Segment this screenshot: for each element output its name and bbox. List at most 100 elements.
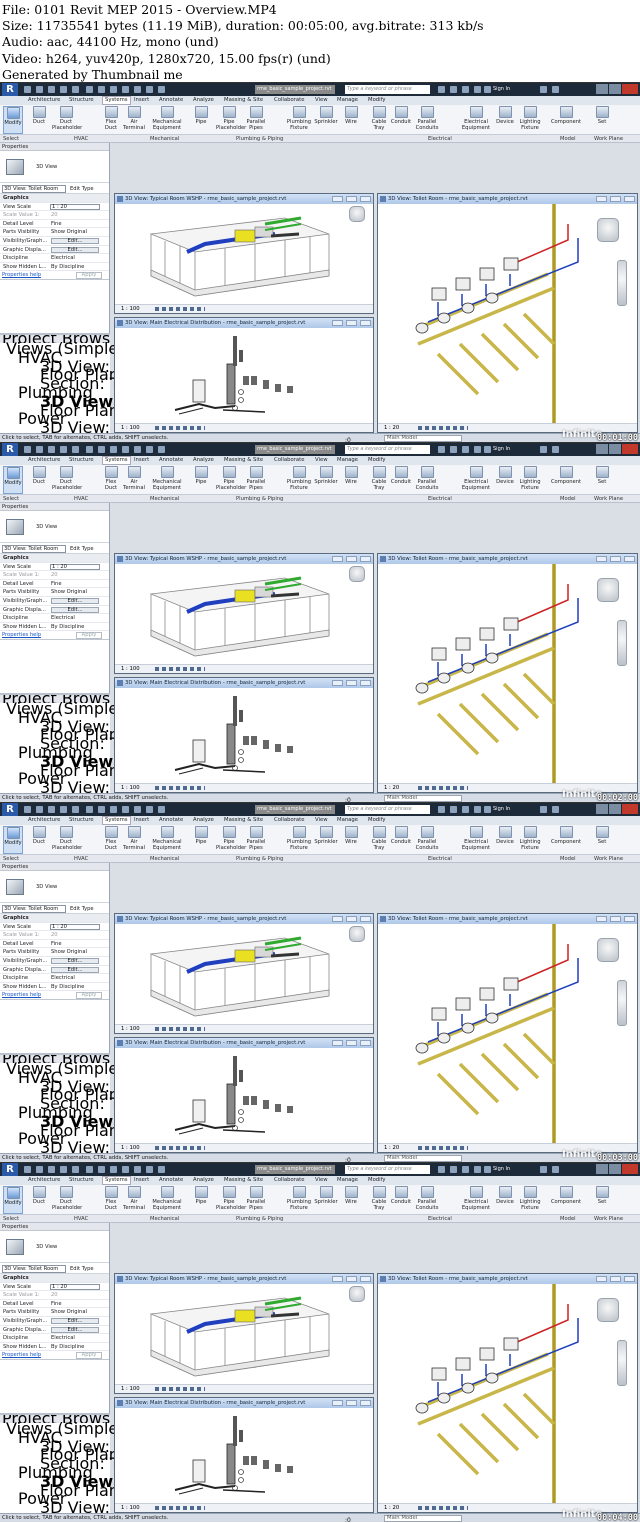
flex-duct-button[interactable]: Flex Duct — [103, 466, 119, 491]
close-hidden-icon[interactable] — [158, 446, 165, 453]
lighting-fixture-button[interactable]: Lighting Fixture — [518, 466, 542, 491]
viewcube-icon[interactable] — [597, 1298, 619, 1322]
thin-lines-icon[interactable] — [146, 86, 153, 93]
modify-button[interactable]: Modify — [3, 466, 23, 494]
panel-hvac[interactable]: HVAC — [74, 1216, 88, 1222]
instance-dropdown[interactable]: 3D View: Toilet Room — [2, 545, 66, 553]
minimize-button[interactable] — [596, 84, 608, 94]
properties-help-link[interactable]: Properties help — [2, 631, 41, 640]
close-button[interactable] — [622, 84, 638, 94]
view-canvas[interactable] — [115, 1408, 373, 1503]
instance-dropdown[interactable]: 3D View: Toilet Room — [2, 905, 66, 913]
properties-help-link[interactable]: Properties help — [2, 271, 41, 280]
sign-in[interactable]: Sign In — [493, 85, 510, 94]
cable-tray-button[interactable]: Cable Tray — [369, 826, 389, 851]
close-button[interactable] — [622, 804, 638, 814]
view-scale[interactable]: 1 : 100 — [121, 1025, 140, 1033]
mechanical-equipment-button[interactable]: Mechanical Equipment — [150, 106, 184, 131]
print-icon[interactable] — [72, 446, 79, 453]
favorites-icon[interactable] — [474, 806, 481, 813]
parallel-pipes-button[interactable]: Parallel Pipes — [243, 1186, 269, 1211]
view-restore-button[interactable] — [346, 1400, 357, 1406]
view-window-electrical[interactable]: 3D View: Main Electrical Distribution - … — [114, 1397, 374, 1513]
device-button[interactable]: Device — [495, 466, 515, 485]
sprinkler-button[interactable]: Sprinkler — [314, 1186, 338, 1205]
navigation-bar[interactable] — [617, 980, 627, 1026]
panel-mechanical[interactable]: Mechanical — [150, 856, 179, 862]
sign-in[interactable]: Sign In — [493, 805, 510, 814]
set-button[interactable]: Set — [595, 466, 609, 485]
subscription-icon[interactable] — [450, 86, 457, 93]
tab-systems[interactable]: Systems — [102, 456, 131, 465]
active-model-dropdown[interactable]: Main Model — [384, 1515, 462, 1522]
viewcube-icon[interactable] — [597, 578, 619, 602]
undo-icon[interactable] — [48, 86, 55, 93]
property-value[interactable]: 1 : 20 — [50, 923, 100, 931]
tab-annotate[interactable]: Annotate — [159, 1177, 183, 1184]
text-icon[interactable] — [110, 1166, 117, 1173]
tab-structure[interactable]: Structure — [69, 457, 94, 464]
favorites-icon[interactable] — [474, 86, 481, 93]
help-icon[interactable] — [552, 806, 559, 813]
close-button[interactable] — [622, 444, 638, 454]
sprinkler-button[interactable]: Sprinkler — [314, 466, 338, 485]
binoculars-icon[interactable] — [438, 806, 445, 813]
wire-button[interactable]: Wire — [344, 826, 358, 845]
tab-structure[interactable]: Structure — [69, 1177, 94, 1184]
tag-icon[interactable] — [98, 86, 105, 93]
view-minimize-button[interactable] — [332, 196, 343, 202]
view-controls-icons[interactable] — [155, 667, 205, 671]
tab-architecture[interactable]: Architecture — [28, 817, 60, 824]
navigation-bar[interactable] — [617, 620, 627, 666]
view-canvas[interactable] — [378, 564, 637, 783]
pipe-button[interactable]: Pipe — [193, 1186, 209, 1205]
view-restore-button[interactable] — [610, 556, 621, 562]
property-value[interactable]: Show Original — [51, 948, 101, 957]
view-close-button[interactable] — [624, 1276, 635, 1282]
active-model-dropdown[interactable]: Main Model — [384, 1155, 462, 1162]
print-icon[interactable] — [72, 86, 79, 93]
subscription-icon[interactable] — [450, 806, 457, 813]
tab-structure[interactable]: Structure — [69, 97, 94, 104]
view-window-toilet-room[interactable]: 3D View: Toilet Room - rme_basic_sample_… — [377, 913, 638, 1153]
tab-view[interactable]: View — [315, 817, 328, 824]
plumbing-fixture-button[interactable]: Plumbing Fixture — [284, 826, 314, 851]
undo-icon[interactable] — [48, 446, 55, 453]
view-scale[interactable]: 1 : 20 — [384, 424, 399, 432]
panel-plumbing-piping[interactable]: Plumbing & Piping — [236, 496, 283, 502]
property-value[interactable]: By Discipline — [51, 623, 101, 632]
exchange-icon[interactable] — [540, 806, 547, 813]
property-value[interactable]: By Discipline — [51, 1343, 101, 1352]
favorites-icon[interactable] — [474, 1166, 481, 1173]
conduit-button[interactable]: Conduit — [390, 826, 412, 845]
view-controls-icons[interactable] — [418, 1146, 468, 1150]
flex-duct-button[interactable]: Flex Duct — [103, 1186, 119, 1211]
view-controls-icons[interactable] — [418, 786, 468, 790]
view-close-button[interactable] — [360, 916, 371, 922]
maximize-button[interactable] — [609, 444, 621, 454]
pipe-placeholder-button[interactable]: Pipe Placeholder — [216, 106, 246, 131]
filter-count[interactable]: :0 — [345, 1516, 351, 1522]
apply-button[interactable]: Apply — [76, 632, 102, 640]
text-icon[interactable] — [110, 86, 117, 93]
tab-analyze[interactable]: Analyze — [193, 457, 214, 464]
panel-mechanical[interactable]: Mechanical — [150, 136, 179, 142]
minimize-button[interactable] — [596, 444, 608, 454]
duct-placeholder-button[interactable]: Duct Placeholder — [52, 106, 82, 131]
duct-button[interactable]: Duct — [30, 826, 48, 845]
thin-lines-icon[interactable] — [146, 1166, 153, 1173]
view-minimize-button[interactable] — [332, 1400, 343, 1406]
type-selector[interactable]: 3D View — [0, 511, 109, 543]
group-header[interactable]: Graphics — [0, 914, 109, 923]
user-icon[interactable] — [484, 806, 491, 813]
viewcube-icon[interactable] — [349, 206, 365, 222]
duct-placeholder-button[interactable]: Duct Placeholder — [52, 826, 82, 851]
panel-plumbing-piping[interactable]: Plumbing & Piping — [236, 856, 283, 862]
subscription-icon[interactable] — [450, 1166, 457, 1173]
maximize-button[interactable] — [609, 84, 621, 94]
plumbing-fixture-button[interactable]: Plumbing Fixture — [284, 1186, 314, 1211]
parallel-conduits-button[interactable]: Parallel Conduits — [414, 1186, 440, 1211]
view-window-electrical[interactable]: 3D View: Main Electrical Distribution - … — [114, 317, 374, 433]
air-terminal-button[interactable]: Air Terminal — [123, 106, 145, 131]
app-logo-icon[interactable]: R — [2, 1163, 18, 1176]
